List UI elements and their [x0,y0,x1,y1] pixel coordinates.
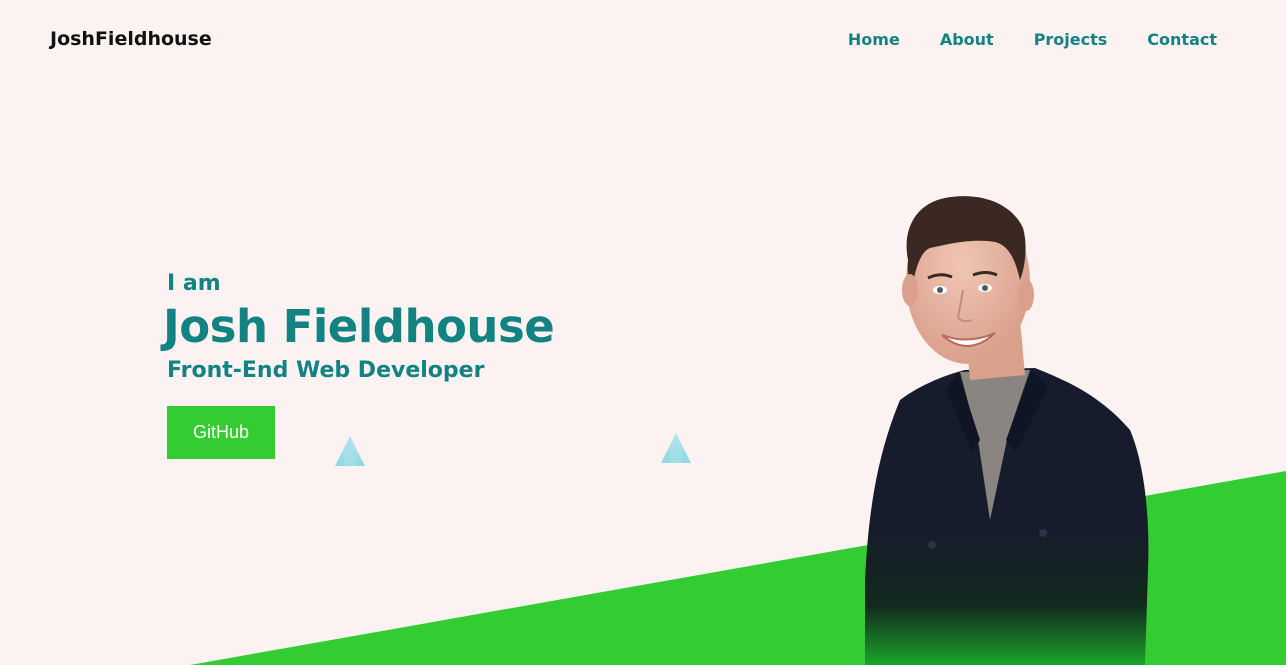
nav-link-contact[interactable]: Contact [1147,30,1217,49]
github-button[interactable]: GitHub [167,406,275,459]
main-nav: Home About Projects Contact [808,30,1217,49]
hero-section: I am Josh Fieldhouse Front-End Web Devel… [163,270,555,386]
nav-link-projects[interactable]: Projects [1034,30,1108,49]
site-logo[interactable]: JoshFieldhouse [50,28,212,50]
hero-name: Josh Fieldhouse [163,300,555,353]
site-header: JoshFieldhouse Home About Projects Conta… [0,0,1286,80]
hero-intro: I am [167,271,221,296]
nav-link-home[interactable]: Home [848,30,900,49]
profile-photo [865,196,1149,665]
triangle-icon [335,436,365,466]
nav-link-about[interactable]: About [940,30,994,49]
hero-role: Front-End Web Developer [167,358,485,383]
triangle-icon [661,433,691,463]
